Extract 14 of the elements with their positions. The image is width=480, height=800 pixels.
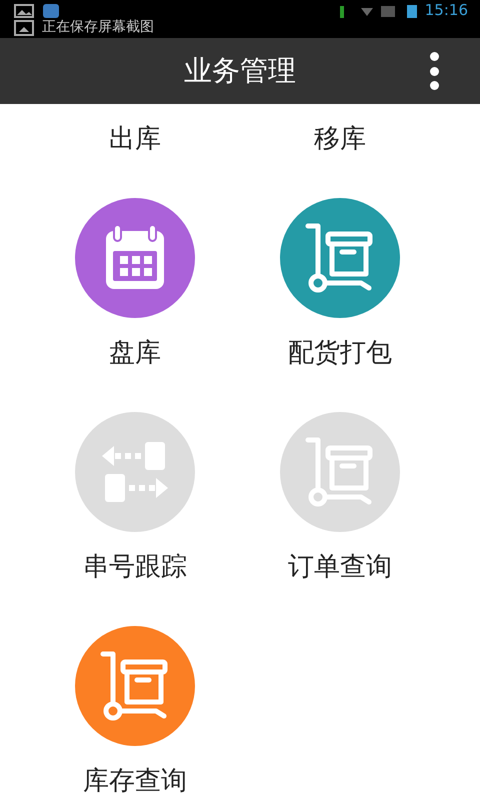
menu-label[interactable]: 出库: [109, 123, 161, 155]
status-time: 15:16: [424, 2, 468, 19]
screenshot-icon: [14, 20, 34, 36]
battery-icon: [406, 4, 417, 18]
menu-label[interactable]: 配货打包: [288, 337, 392, 369]
menu-label[interactable]: 串号跟踪: [83, 551, 187, 583]
menu-label[interactable]: 订单查询: [288, 551, 392, 583]
picture-icon: [14, 4, 34, 18]
menu-label[interactable]: 库存查询: [83, 765, 187, 797]
menu-label[interactable]: 移库: [314, 123, 366, 155]
overflow-menu-icon[interactable]: [428, 52, 440, 90]
notification-text: 正在保存屏幕截图: [42, 19, 154, 36]
menu-label[interactable]: 盘库: [109, 337, 161, 369]
app-title: 业务管理: [184, 53, 296, 89]
